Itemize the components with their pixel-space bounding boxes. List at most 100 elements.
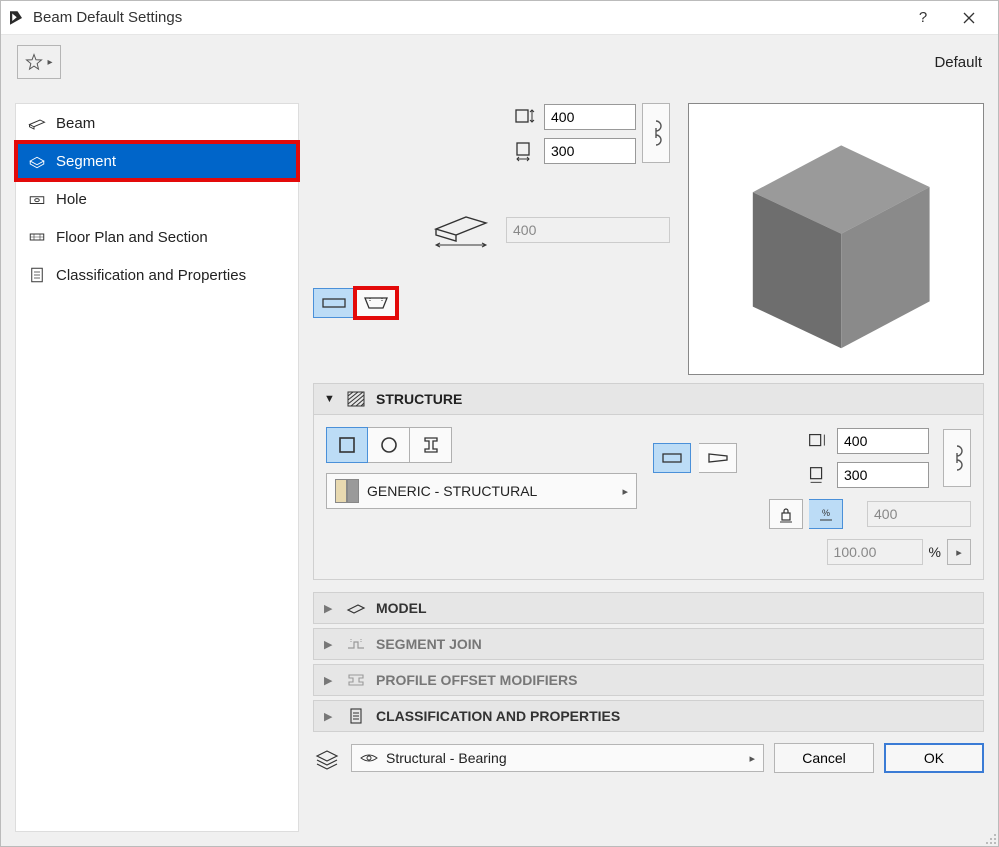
- help-button[interactable]: ?: [900, 1, 946, 35]
- chevron-right-icon: ▸: [622, 485, 628, 498]
- cancel-button[interactable]: Cancel: [774, 743, 874, 773]
- join-icon: [346, 635, 366, 653]
- resize-grip-icon[interactable]: [983, 831, 997, 845]
- circle-icon: [379, 435, 399, 455]
- material-selector[interactable]: GENERIC - STRUCTURAL ▸: [326, 473, 637, 509]
- hatch-icon: [346, 390, 366, 408]
- section-model-header[interactable]: ▶ MODEL: [313, 592, 984, 624]
- width-icon: [805, 461, 829, 489]
- layer-selector[interactable]: Structural - Bearing ▸: [351, 744, 764, 772]
- preview-3d: [688, 103, 984, 375]
- section-profile-offset-header[interactable]: ▶ PROFILE OFFSET MODIFIERS: [313, 664, 984, 696]
- star-icon: [25, 53, 43, 71]
- offset-icon: [346, 671, 366, 689]
- end-type-flat-button[interactable]: [653, 443, 691, 473]
- model-icon: [346, 599, 366, 617]
- section-title: SEGMENT JOIN: [376, 636, 482, 652]
- section-title: MODEL: [376, 600, 427, 616]
- layer-name: Structural - Bearing: [386, 750, 507, 766]
- percent-icon: %: [817, 505, 835, 523]
- material-label: GENERIC - STRUCTURAL: [367, 483, 614, 499]
- section-title: CLASSIFICATION AND PROPERTIES: [376, 708, 620, 724]
- tapered-segment-icon: [363, 295, 389, 311]
- length-input: [506, 217, 670, 243]
- percent-input: [827, 539, 923, 565]
- cross-section-circular-button[interactable]: [368, 427, 410, 463]
- width-icon: [512, 137, 536, 165]
- cross-section-rectangular-button[interactable]: [326, 427, 368, 463]
- width-input[interactable]: [544, 138, 636, 164]
- expand-icon: ▶: [324, 602, 336, 615]
- segment-icon: [28, 152, 46, 170]
- material-swatches: [335, 479, 359, 503]
- sidebar-item-beam[interactable]: Beam: [16, 104, 298, 142]
- structure-body: GENERIC - STRUCTURAL ▸: [313, 415, 984, 580]
- settings-panel: ▼ STRUCTURE: [313, 103, 984, 840]
- favorites-bar: ▸ Default: [1, 35, 998, 89]
- chevron-right-icon: ▸: [47, 57, 52, 68]
- structure-width-input[interactable]: [837, 462, 929, 488]
- chevron-right-icon: ▸: [749, 752, 755, 765]
- sidebar-item-label: Hole: [56, 191, 286, 208]
- lock-icon: [777, 505, 795, 523]
- app-icon: [7, 9, 25, 27]
- cross-section-profile-button[interactable]: [410, 427, 452, 463]
- height-icon: [512, 103, 536, 131]
- height-input[interactable]: [544, 104, 636, 130]
- sidebar-item-label: Beam: [56, 115, 286, 132]
- end-type-tapered-button[interactable]: [699, 443, 737, 473]
- close-icon: [963, 12, 975, 24]
- link-icon: [950, 443, 964, 473]
- sidebar-item-hole[interactable]: Hole: [16, 180, 298, 218]
- svg-text:%: %: [821, 508, 829, 518]
- hole-icon: [28, 190, 46, 208]
- default-label: Default: [934, 54, 982, 71]
- flat-end-icon: [661, 451, 683, 465]
- footer-bar: Structural - Bearing ▸ Cancel OK: [313, 738, 984, 778]
- percent-unit: %: [929, 544, 941, 560]
- section-title: STRUCTURE: [376, 391, 462, 407]
- section-segment-join-header[interactable]: ▶ SEGMENT JOIN: [313, 628, 984, 660]
- eye-icon: [360, 752, 378, 764]
- linked-dimension-input: [867, 501, 971, 527]
- length-icon: [430, 207, 494, 252]
- link-dimensions-button[interactable]: [642, 103, 670, 163]
- beam-preview-icon: [696, 109, 976, 369]
- expand-icon: ▶: [324, 674, 336, 687]
- lock-dimension-button[interactable]: [769, 499, 803, 529]
- structure-link-button[interactable]: [943, 429, 971, 487]
- segment-type-tapered-button[interactable]: [355, 288, 397, 318]
- sidebar-item-classification[interactable]: Classification and Properties: [16, 256, 298, 294]
- title-bar: Beam Default Settings ?: [1, 1, 998, 35]
- height-icon: [805, 427, 829, 455]
- ibeam-icon: [421, 435, 441, 455]
- sidebar: Beam Segment Hole Floor Plan and Section…: [15, 103, 299, 832]
- layers-icon: [313, 746, 341, 770]
- close-button[interactable]: [946, 1, 992, 35]
- favorites-button[interactable]: ▸: [17, 45, 61, 79]
- section-classification-header[interactable]: ▶ CLASSIFICATION AND PROPERTIES: [313, 700, 984, 732]
- section-structure-header[interactable]: ▼ STRUCTURE: [313, 383, 984, 415]
- expand-icon: ▶: [324, 638, 336, 651]
- document-icon: [28, 266, 46, 284]
- sidebar-item-label: Classification and Properties: [56, 267, 286, 284]
- collapse-icon: ▼: [324, 393, 336, 405]
- percent-dimension-button[interactable]: %: [809, 499, 843, 529]
- floorplan-icon: [28, 228, 46, 246]
- link-icon: [649, 118, 663, 148]
- document-icon: [346, 707, 366, 725]
- straight-segment-icon: [321, 295, 347, 311]
- chevron-right-icon: ▸: [956, 546, 962, 559]
- square-icon: [337, 435, 357, 455]
- ok-button[interactable]: OK: [884, 743, 984, 773]
- structure-height-input[interactable]: [837, 428, 929, 454]
- sidebar-item-label: Floor Plan and Section: [56, 229, 286, 246]
- segment-type-straight-button[interactable]: [313, 288, 355, 318]
- expand-icon: ▶: [324, 710, 336, 723]
- percent-menu-button[interactable]: ▸: [947, 539, 971, 565]
- sidebar-item-segment[interactable]: Segment: [16, 142, 298, 180]
- beam-icon: [28, 114, 46, 132]
- sidebar-item-label: Segment: [56, 153, 286, 170]
- section-title: PROFILE OFFSET MODIFIERS: [376, 672, 577, 688]
- sidebar-item-floorplan[interactable]: Floor Plan and Section: [16, 218, 298, 256]
